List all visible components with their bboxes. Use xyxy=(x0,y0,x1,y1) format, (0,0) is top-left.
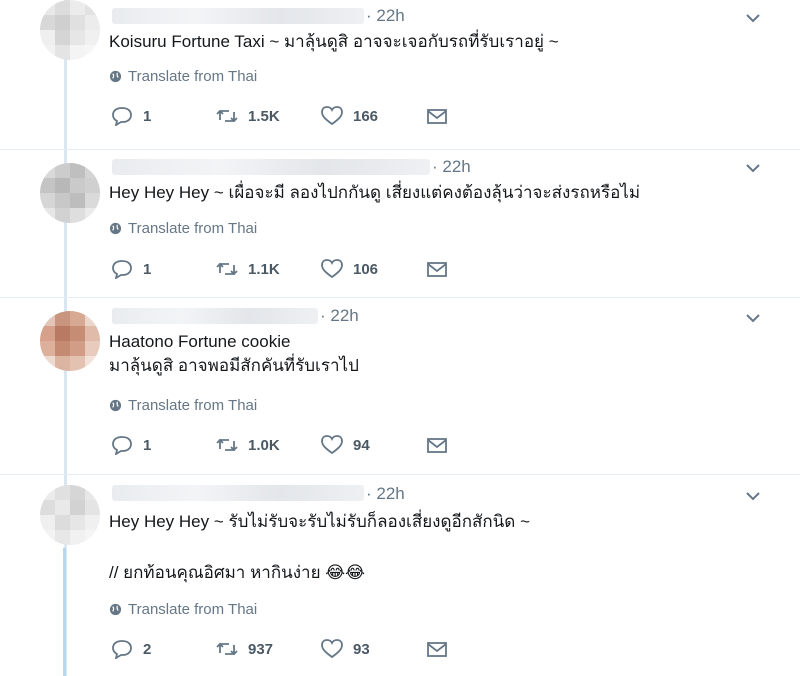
tweet-actions: 2 937 93 xyxy=(111,639,471,661)
reply-icon xyxy=(112,640,132,659)
retweet-icon xyxy=(216,438,238,452)
chevron-down-icon[interactable] xyxy=(744,9,762,27)
retweet-count: 1.0K xyxy=(248,436,280,454)
blurred-username[interactable] xyxy=(112,485,364,501)
heart-icon xyxy=(321,435,343,455)
dm-button[interactable] xyxy=(426,639,448,659)
like-count: 93 xyxy=(353,640,370,658)
retweet-button[interactable]: 1.5K xyxy=(216,106,280,126)
translate-link[interactable]: Translate from Thai xyxy=(109,220,257,237)
reply-icon xyxy=(112,260,132,279)
tweet-text: Koisuru Fortune Taxi ~ มาลุ้นดูสิ อาจจะเ… xyxy=(109,32,559,51)
reply-count: 2 xyxy=(143,640,152,658)
blurred-username[interactable] xyxy=(112,159,430,175)
translate-link[interactable]: Translate from Thai xyxy=(109,397,257,414)
tweet[interactable]: · 22h Hey Hey Hey ~ เผื่อจะมี ลองไปกกันด… xyxy=(0,149,800,298)
translate-label[interactable]: Translate from Thai xyxy=(128,397,257,414)
like-count: 166 xyxy=(353,107,379,125)
timestamp[interactable]: · 22h xyxy=(366,6,405,26)
tweet-text: มาลุ้นดูสิ อาจพอมีสักคันที่รับเราไป xyxy=(109,356,359,375)
like-count: 106 xyxy=(353,260,379,278)
retweet-button[interactable]: 1.1K xyxy=(216,259,280,279)
timestamp[interactable]: · 22h xyxy=(432,157,471,177)
tweet-text: Haatono Fortune cookie xyxy=(109,332,291,351)
translate-label[interactable]: Translate from Thai xyxy=(128,220,257,237)
dm-button[interactable] xyxy=(426,106,448,126)
avatar[interactable] xyxy=(40,0,100,60)
tweet-actions: 1 1.1K 106 xyxy=(111,259,471,281)
chevron-down-icon[interactable] xyxy=(744,309,762,327)
envelope-icon xyxy=(427,109,447,124)
retweet-button[interactable]: 937 xyxy=(216,639,273,659)
retweet-count: 937 xyxy=(248,640,274,658)
tweet[interactable]: · 22h Haatono Fortune cookie มาลุ้นดูสิ … xyxy=(0,297,800,475)
reply-button[interactable]: 1 xyxy=(111,106,151,126)
dm-button[interactable] xyxy=(426,435,448,455)
tweet-actions: 1 1.5K 166 xyxy=(111,106,471,128)
avatar[interactable] xyxy=(40,311,100,371)
retweet-icon xyxy=(216,109,238,123)
like-count: 94 xyxy=(353,436,370,454)
reply-button[interactable]: 1 xyxy=(111,259,151,279)
reply-button[interactable]: 2 xyxy=(111,639,151,659)
reply-icon xyxy=(112,107,132,126)
envelope-icon xyxy=(427,642,447,657)
avatar[interactable] xyxy=(40,163,100,223)
translate-link[interactable]: Translate from Thai xyxy=(109,68,257,85)
tweet-text: Hey Hey Hey ~ รับไม่รับจะรับไม่รับก็ลองเ… xyxy=(109,512,530,531)
translate-label[interactable]: Translate from Thai xyxy=(128,601,257,618)
heart-icon xyxy=(321,639,343,659)
heart-icon xyxy=(321,106,343,126)
retweet-count: 1.1K xyxy=(248,260,280,278)
avatar[interactable] xyxy=(40,485,100,545)
reply-count: 1 xyxy=(143,436,152,454)
tweet-text: // ยกท้อนคุณอิศมา หากินง่าย 😂😂 xyxy=(109,563,366,582)
reply-icon xyxy=(112,436,132,455)
heart-icon xyxy=(321,259,343,279)
blurred-username[interactable] xyxy=(112,8,364,24)
retweet-button[interactable]: 1.0K xyxy=(216,435,280,455)
retweet-icon xyxy=(216,642,238,656)
retweet-count: 1.5K xyxy=(248,107,280,125)
reply-button[interactable]: 1 xyxy=(111,435,151,455)
retweet-icon xyxy=(216,262,238,276)
reply-count: 1 xyxy=(143,260,152,278)
globe-icon xyxy=(109,399,122,412)
chevron-down-icon[interactable] xyxy=(744,159,762,177)
blurred-username[interactable] xyxy=(112,308,318,324)
timestamp[interactable]: · 22h xyxy=(366,484,405,504)
tweet[interactable]: · 22h Hey Hey Hey ~ รับไม่รับจะรับไม่รับ… xyxy=(0,474,800,676)
translate-label[interactable]: Translate from Thai xyxy=(128,68,257,85)
globe-icon xyxy=(109,603,122,616)
translate-link[interactable]: Translate from Thai xyxy=(109,601,257,618)
like-button[interactable]: 93 xyxy=(321,639,370,659)
tweet-text: Hey Hey Hey ~ เผื่อจะมี ลองไปกกันดู เสี่… xyxy=(109,183,641,202)
envelope-icon xyxy=(427,262,447,277)
globe-icon xyxy=(109,222,122,235)
chevron-down-icon[interactable] xyxy=(744,487,762,505)
tweet-actions: 1 1.0K 94 xyxy=(111,435,471,457)
tweet[interactable]: · 22h Koisuru Fortune Taxi ~ มาลุ้นดูสิ … xyxy=(0,0,800,150)
timestamp[interactable]: · 22h xyxy=(320,306,359,326)
envelope-icon xyxy=(427,438,447,453)
reply-count: 1 xyxy=(143,107,152,125)
dm-button[interactable] xyxy=(426,259,448,279)
like-button[interactable]: 94 xyxy=(321,435,370,455)
like-button[interactable]: 106 xyxy=(321,259,378,279)
like-button[interactable]: 166 xyxy=(321,106,378,126)
globe-icon xyxy=(109,70,122,83)
